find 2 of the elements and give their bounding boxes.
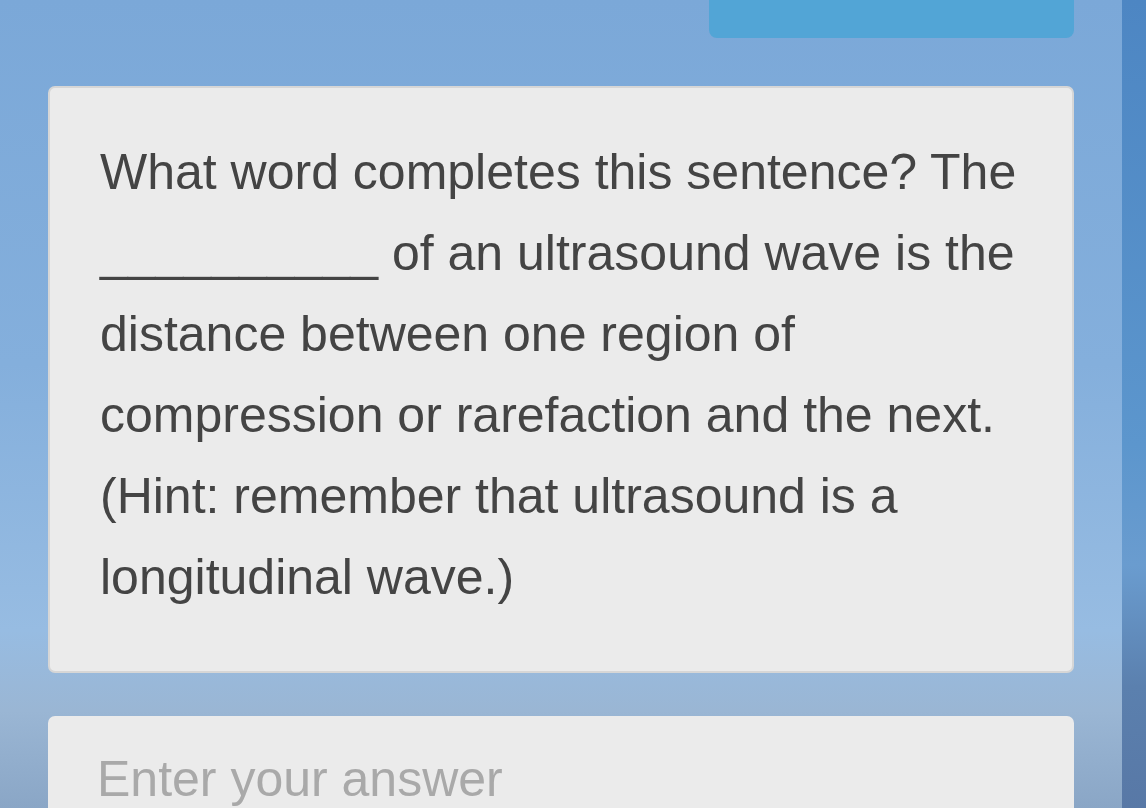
answer-field[interactable]: Enter your answer [48,716,1074,808]
question-text: What word completes this sentence? The __________ of an ultrasound wave is the distance between one region of compression or rarefaction and the next. (Hint: remember that ultrasound is a longitudinal wave.) [100,143,1018,607]
